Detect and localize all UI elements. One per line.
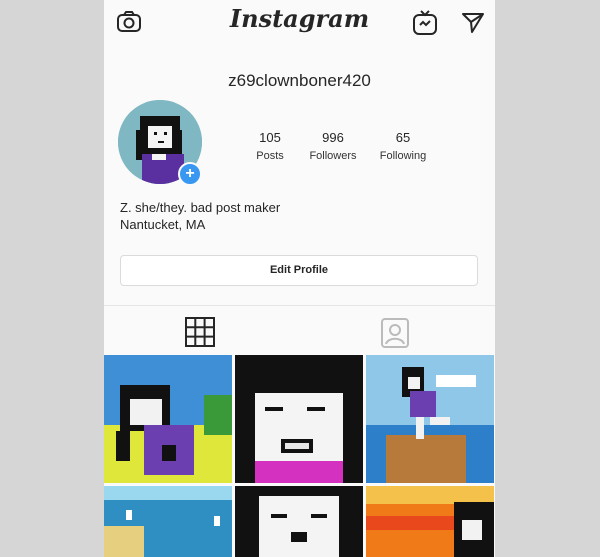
top-bar: Instagram	[104, 0, 495, 46]
post-thumbnail[interactable]	[104, 355, 232, 483]
edit-profile-button[interactable]: Edit Profile	[120, 255, 478, 286]
bio-location: Nantucket, MA	[120, 217, 206, 232]
stat-followers[interactable]: 996 Followers	[298, 130, 368, 163]
profile-tabs	[104, 306, 495, 354]
following-count: 65	[395, 130, 411, 145]
post-thumbnail[interactable]	[366, 355, 494, 483]
app-screen: Instagram z69clownboner420 + 105 Posts 9…	[104, 0, 495, 557]
followers-label: Followers	[309, 150, 357, 162]
tagged-icon[interactable]	[379, 318, 411, 353]
add-story-icon[interactable]: +	[178, 162, 202, 186]
direct-message-icon[interactable]	[461, 10, 485, 39]
grid-icon[interactable]	[184, 317, 216, 352]
profile-username: z69clownboner420	[228, 71, 371, 90]
posts-label: Posts	[256, 150, 284, 162]
bio-text: Z. she/they. bad post maker	[120, 200, 281, 215]
igtv-icon[interactable]	[412, 10, 438, 41]
post-thumbnail[interactable]	[235, 355, 363, 483]
posts-count: 105	[259, 130, 281, 145]
post-thumbnail[interactable]	[104, 486, 232, 557]
followers-count: 996	[322, 130, 344, 145]
stat-posts[interactable]: 105 Posts	[235, 130, 305, 163]
post-thumbnail[interactable]	[235, 486, 363, 557]
post-thumbnail[interactable]	[366, 486, 494, 557]
stat-following[interactable]: 65 Following	[368, 130, 438, 163]
following-label: Following	[379, 150, 427, 162]
profile-bio: Z. she/they. bad post maker Nantucket, M…	[120, 199, 280, 233]
